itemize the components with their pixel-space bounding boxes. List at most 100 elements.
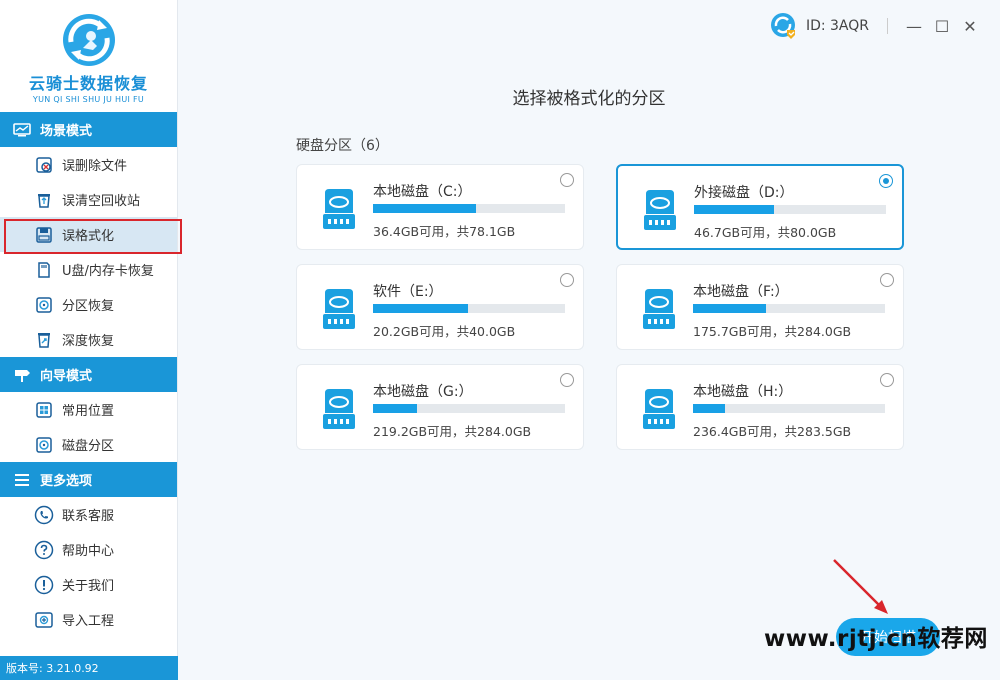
partition-name: 本地磁盘（G:） — [373, 384, 473, 400]
title-bar: ID: 3AQR — ☐ ✕ — [770, 0, 1000, 52]
partition-card[interactable]: 本地磁盘（G:） 219.2GB可用，共284.0GB — [296, 364, 584, 450]
titlebar-divider — [887, 18, 888, 34]
user-avatar-icon[interactable] — [770, 12, 798, 40]
windows-icon — [34, 400, 54, 420]
scene-mode-icon — [12, 122, 32, 138]
section-guide-mode[interactable]: 向导模式 — [0, 357, 177, 392]
partition-radio[interactable] — [880, 373, 894, 387]
deep-recovery-icon — [34, 330, 54, 350]
app-logo: 云骑士数据恢复 YUN QI SHI SHU JU HUI FU — [0, 0, 177, 112]
hard-disk-icon — [644, 190, 676, 230]
question-icon — [34, 540, 54, 560]
minimize-button[interactable]: — — [900, 12, 928, 40]
partition-capacity: 20.2GB可用，共40.0GB — [373, 324, 516, 339]
partition-capacity: 219.2GB可用，共284.0GB — [373, 424, 532, 439]
sidebar-item-contact-support[interactable]: 联系客服 — [0, 497, 177, 532]
partition-name: 外接磁盘（D:） — [694, 185, 794, 201]
partition-card[interactable]: 本地磁盘（F:） 175.7GB可用，共284.0GB — [616, 264, 904, 350]
partition-capacity: 46.7GB可用，共80.0GB — [694, 225, 837, 240]
usage-bar — [373, 304, 565, 313]
hard-disk-icon — [643, 289, 675, 329]
sidebar-item-label: U盘/内存卡恢复 — [62, 264, 154, 279]
sidebar-item-disk-partition[interactable]: 磁盘分区 — [0, 427, 177, 462]
partition-capacity: 175.7GB可用，共284.0GB — [693, 324, 852, 339]
logo-title: 云骑士数据恢复 — [28, 74, 148, 93]
sidebar-item-usb-card[interactable]: U盘/内存卡恢复 — [0, 252, 177, 287]
section-header-label: 更多选项 — [40, 474, 93, 489]
sidebar-item-format[interactable]: 误格式化 — [0, 217, 182, 254]
partition-group-label: 硬盘分区（6） — [296, 138, 389, 154]
partition-capacity: 236.4GB可用，共283.5GB — [693, 424, 852, 439]
partition-name: 本地磁盘（H:） — [693, 384, 793, 400]
disk-partition-icon — [34, 435, 54, 455]
usage-bar — [693, 304, 885, 313]
phone-icon — [34, 505, 54, 525]
section-scene-mode[interactable]: 场景模式 — [0, 112, 177, 147]
usage-bar-fill — [694, 205, 774, 214]
sidebar-item-label: 常用位置 — [62, 404, 115, 419]
hard-disk-icon — [323, 189, 355, 229]
partition-capacity: 36.4GB可用，共78.1GB — [373, 224, 516, 239]
sidebar-item-label: 联系客服 — [62, 509, 115, 524]
import-icon — [34, 610, 54, 630]
partition-card[interactable]: 外接磁盘（D:） 46.7GB可用，共80.0GB — [616, 164, 904, 250]
section-header-label: 场景模式 — [40, 124, 93, 139]
usage-bar-fill — [373, 304, 469, 313]
sidebar: 云骑士数据恢复 YUN QI SHI SHU JU HUI FU 场景模式 误删… — [0, 0, 182, 680]
sidebar-item-common-locations[interactable]: 常用位置 — [0, 392, 177, 427]
sidebar-item-label: 分区恢复 — [62, 299, 115, 314]
usage-bar — [373, 204, 565, 213]
sidebar-item-recycle-bin[interactable]: 误清空回收站 — [0, 182, 177, 217]
section-more-options[interactable]: 更多选项 — [0, 462, 177, 497]
sidebar-item-label: 误格式化 — [62, 229, 115, 244]
version-label: 版本号: 3.21.0.92 — [0, 656, 178, 680]
partition-card[interactable]: 软件（E:） 20.2GB可用，共40.0GB — [296, 264, 584, 350]
sidebar-item-import-project[interactable]: 导入工程 — [0, 602, 177, 637]
usage-bar — [693, 404, 885, 413]
usage-bar-fill — [373, 204, 476, 213]
menu-lines-icon — [12, 472, 32, 488]
guide-mode-icon — [12, 367, 32, 383]
sidebar-item-deep-recovery[interactable]: 深度恢复 — [0, 322, 177, 357]
partition-radio[interactable] — [560, 273, 574, 287]
partition-radio[interactable] — [880, 273, 894, 287]
sidebar-item-label: 关于我们 — [62, 579, 115, 594]
deleted-file-icon — [34, 155, 54, 175]
partition-card[interactable]: 本地磁盘（H:） 236.4GB可用，共283.5GB — [616, 364, 904, 450]
info-icon — [34, 575, 54, 595]
usb-card-icon — [34, 260, 54, 280]
maximize-button[interactable]: ☐ — [928, 12, 956, 40]
close-button[interactable]: ✕ — [956, 12, 984, 40]
page-title: 选择被格式化的分区 — [512, 89, 666, 109]
partition-radio[interactable] — [879, 174, 893, 188]
site-watermark: www.rjtj.cn软荐网 — [764, 626, 988, 652]
sidebar-item-about-us[interactable]: 关于我们 — [0, 567, 177, 602]
partition-radio[interactable] — [560, 173, 574, 187]
usage-bar-fill — [373, 404, 417, 413]
sidebar-item-label: 误删除文件 — [62, 159, 128, 174]
sidebar-item-help-center[interactable]: 帮助中心 — [0, 532, 177, 567]
user-id-label[interactable]: ID: 3AQR — [806, 18, 869, 34]
usage-bar — [373, 404, 565, 413]
format-disk-icon — [34, 225, 54, 245]
partition-name: 本地磁盘（C:） — [373, 184, 472, 200]
sidebar-item-label: 深度恢复 — [62, 334, 115, 349]
hard-disk-icon — [323, 289, 355, 329]
partition-icon — [34, 295, 54, 315]
logo-icon — [62, 14, 115, 66]
sidebar-item-label: 导入工程 — [62, 614, 115, 629]
usage-bar-fill — [693, 304, 767, 313]
hard-disk-icon — [323, 389, 355, 429]
sidebar-item-label: 磁盘分区 — [62, 439, 115, 454]
sidebar-item-label: 帮助中心 — [62, 544, 115, 559]
sidebar-item-deleted-files[interactable]: 误删除文件 — [0, 147, 177, 182]
partition-name: 本地磁盘（F:） — [693, 284, 789, 300]
usage-bar — [694, 205, 886, 214]
partition-radio[interactable] — [560, 373, 574, 387]
partition-card[interactable]: 本地磁盘（C:） 36.4GB可用，共78.1GB — [296, 164, 584, 250]
partition-name: 软件（E:） — [373, 284, 443, 300]
sidebar-item-label: 误清空回收站 — [62, 194, 141, 209]
sidebar-item-partition-recovery[interactable]: 分区恢复 — [0, 287, 177, 322]
recycle-bin-icon — [34, 190, 54, 210]
logo-subtitle: YUN QI SHI SHU JU HUI FU — [32, 95, 145, 104]
